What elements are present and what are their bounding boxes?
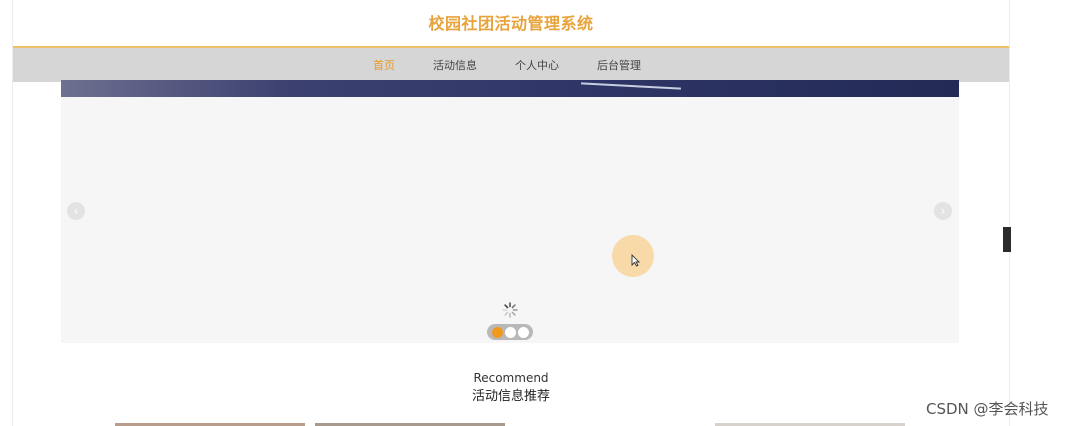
nav-item-home[interactable]: 首页 [373, 57, 395, 73]
carousel-next-button[interactable]: › [934, 202, 952, 220]
nav-item-personal-center[interactable]: 个人中心 [515, 57, 559, 73]
side-scroll-tab[interactable] [1003, 227, 1011, 252]
site-container: 校园社团活动管理系统 首页 活动信息 个人中心 后台管理 ‹ › Recomme… [12, 0, 1010, 426]
nav-items: 首页 活动信息 个人中心 后台管理 [373, 48, 679, 82]
chevron-right-icon: › [940, 204, 946, 218]
banner-carousel: ‹ › [61, 80, 959, 343]
carousel-dot-1[interactable] [491, 326, 503, 338]
site-title: 校园社团活动管理系统 [428, 14, 594, 33]
mouse-cursor-highlight [612, 235, 654, 277]
carousel-dot-3[interactable] [517, 326, 529, 338]
watermark: CSDN @李会科技 [926, 400, 1049, 418]
browser-page: 校园社团活动管理系统 首页 活动信息 个人中心 后台管理 ‹ › Recomme… [0, 0, 1078, 426]
recommend-title: Recommend [473, 371, 549, 385]
mouse-pointer-icon [631, 254, 640, 267]
loading-spinner-icon [502, 302, 518, 318]
carousel-image-strip [61, 80, 959, 97]
nav-item-activities[interactable]: 活动信息 [433, 57, 477, 73]
carousel-indicators [487, 324, 533, 340]
image-highlight [581, 82, 681, 90]
chevron-left-icon: ‹ [73, 204, 79, 218]
recommend-subtitle: 活动信息推荐 [471, 389, 550, 404]
main-nav: 首页 活动信息 个人中心 后台管理 [13, 46, 1009, 82]
carousel-dot-2[interactable] [504, 326, 516, 338]
nav-item-admin[interactable]: 后台管理 [597, 57, 641, 73]
carousel-prev-button[interactable]: ‹ [67, 202, 85, 220]
